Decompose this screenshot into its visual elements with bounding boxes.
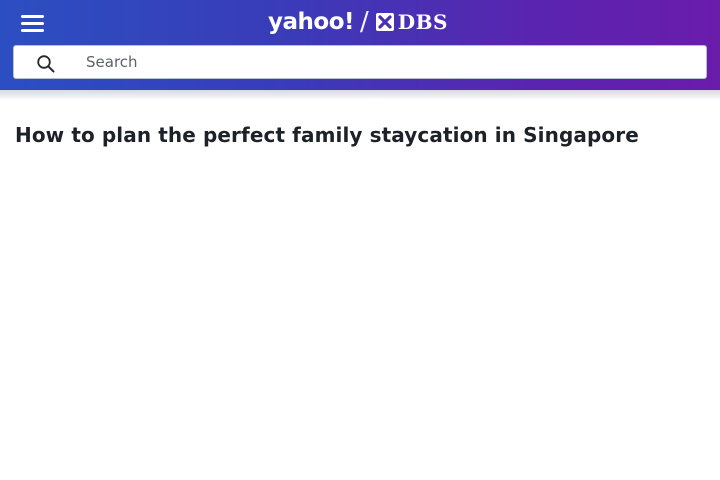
site-header: yahoo! / DBS [0,0,720,90]
dbs-star-icon [375,13,394,31]
menu-button[interactable] [20,12,46,34]
search-bar [13,45,707,79]
logo-divider: / [359,7,369,37]
search-input[interactable] [84,47,694,77]
hamburger-menu-icon-line [21,22,44,25]
header-divider [0,90,720,100]
dbs-logo-text: DBS [397,10,448,34]
hamburger-menu-icon [21,15,44,18]
search-icon[interactable] [36,54,56,74]
article-title: How to plan the perfect family staycatio… [15,123,639,147]
hamburger-menu-icon-line [21,29,44,32]
yahoo-dbs-logo[interactable]: yahoo! / DBS [268,6,448,38]
yahoo-logo-text: yahoo! [268,8,354,35]
